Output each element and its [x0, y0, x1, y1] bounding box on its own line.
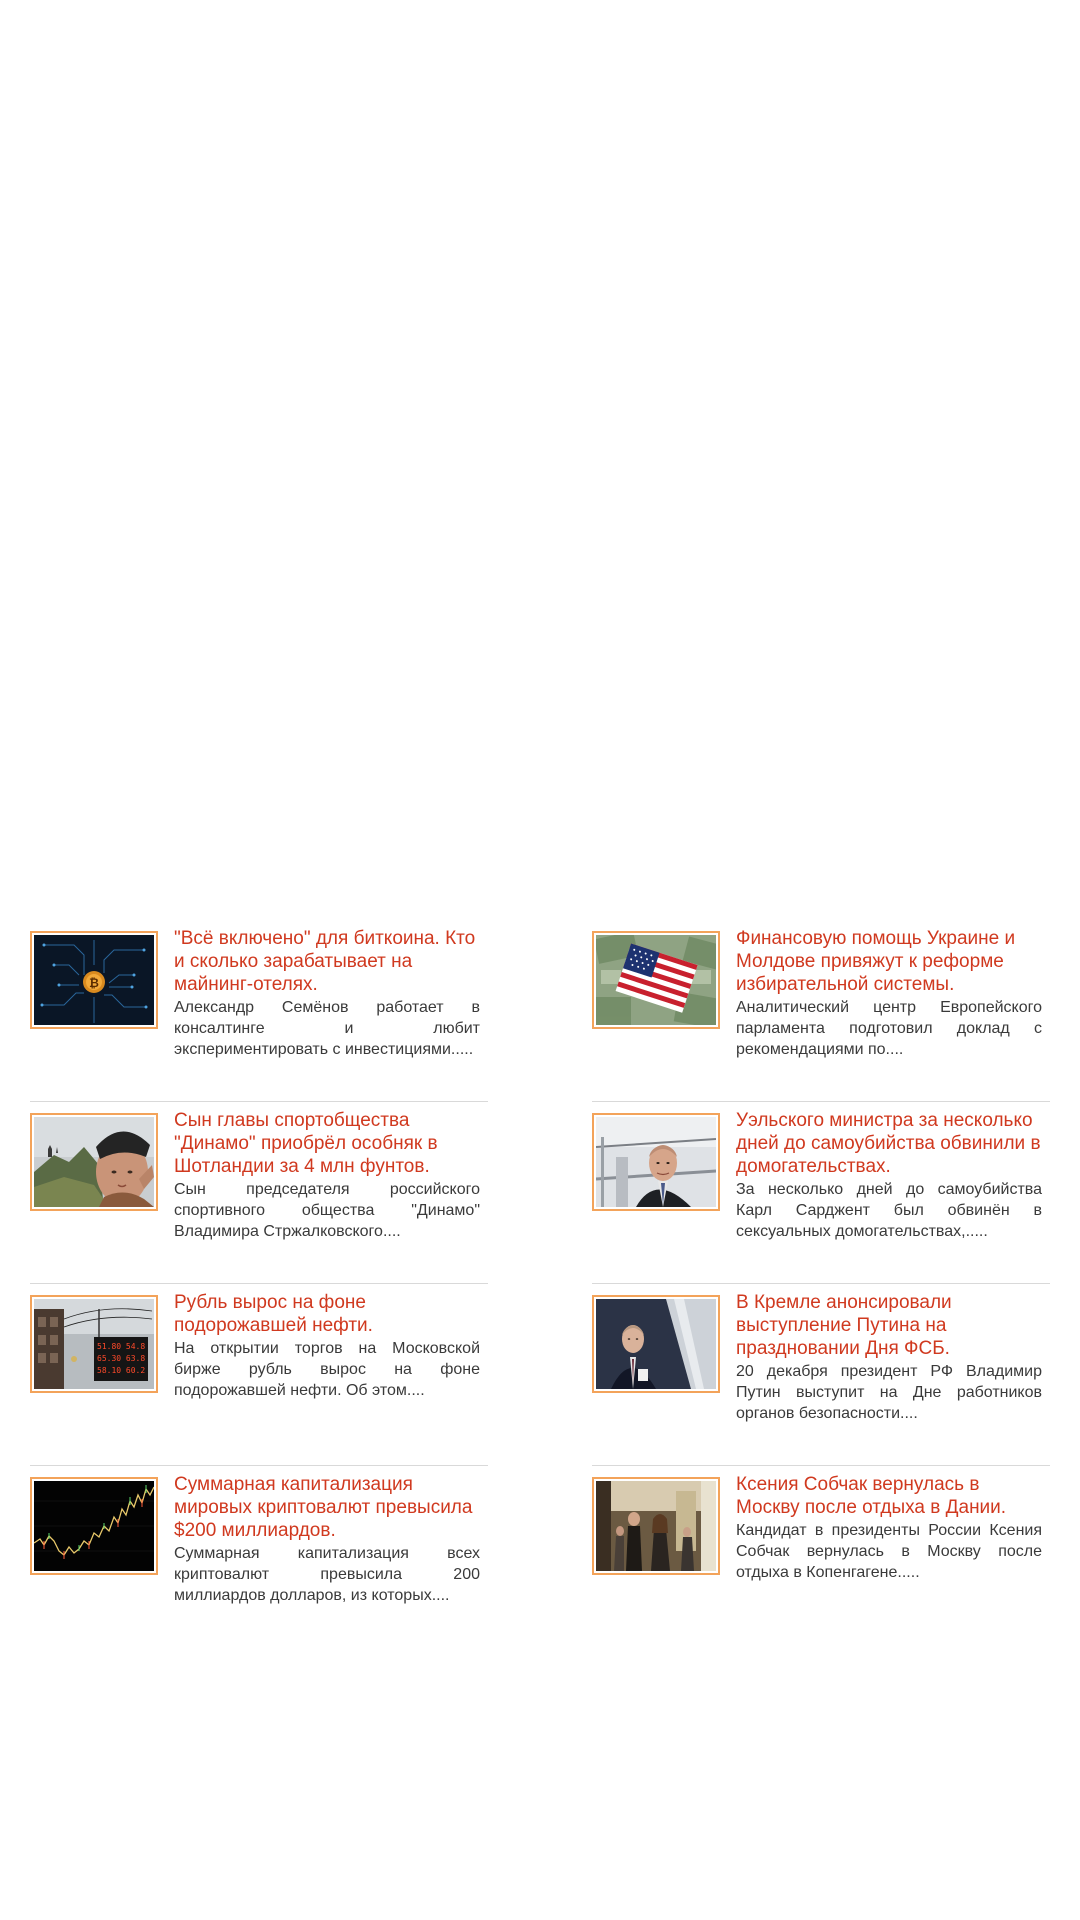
article-headline[interactable]: "Всё включено" для биткоина. Кто и сколь…	[174, 927, 484, 996]
news-card: 51.80 54.8 65.30 63.8 58.10 60.2 Рубль в…	[30, 1291, 488, 1466]
article-thumbnail-ruble[interactable]: 51.80 54.8 65.30 63.8 58.10 60.2	[30, 1295, 158, 1393]
airport-arrival-image	[596, 1481, 716, 1571]
article-thumbnail-bitcoin[interactable]: ₿	[30, 931, 158, 1029]
news-card: Финансовую помощь Украине и Молдове прив…	[592, 927, 1050, 1102]
article-text: Рубль вырос на фоне подорожавшей нефти. …	[174, 1291, 484, 1401]
article-text: Уэльского министра за несколько дней до …	[736, 1109, 1046, 1242]
article-excerpt: Сын председателя российского спортивного…	[174, 1181, 480, 1240]
article-headline[interactable]: Уэльского министра за несколько дней до …	[736, 1109, 1046, 1178]
article-headline[interactable]: В Кремле анонсировали выступление Путина…	[736, 1291, 1046, 1360]
article-headline[interactable]: Ксения Собчак вернулась в Москву после о…	[736, 1473, 1046, 1519]
article-thumbnail-welsh-minister[interactable]	[592, 1113, 720, 1211]
article-text: В Кремле анонсировали выступление Путина…	[736, 1291, 1046, 1424]
news-card: В Кремле анонсировали выступление Путина…	[592, 1291, 1050, 1466]
article-text: Сын главы спортобщества "Динамо" приобрё…	[174, 1109, 484, 1242]
svg-text:51.80 54.8: 51.80 54.8	[97, 1342, 145, 1351]
article-thumbnail-dinamo[interactable]	[30, 1113, 158, 1211]
news-card: Сын главы спортобщества "Динамо" приобрё…	[30, 1109, 488, 1284]
scottish-landscape-image	[34, 1117, 154, 1207]
article-text: Суммарная капитализация мировых криптова…	[174, 1473, 484, 1606]
article-text: Ксения Собчак вернулась в Москву после о…	[736, 1473, 1046, 1583]
article-thumbnail-kremlin[interactable]	[592, 1295, 720, 1393]
article-headline[interactable]: Сын главы спортобщества "Динамо" приобрё…	[174, 1109, 484, 1178]
article-excerpt: Суммарная капитализация всех криптовалют…	[174, 1545, 480, 1604]
bitcoin-circuit-image: ₿	[34, 935, 154, 1025]
news-card: Суммарная капитализация мировых криптова…	[30, 1473, 488, 1648]
svg-text:₿: ₿	[89, 976, 99, 990]
minister-portrait-image	[596, 1117, 716, 1207]
article-excerpt: Аналитический центр Европейского парламе…	[736, 999, 1042, 1058]
article-excerpt: За несколько дней до самоубийства Карл С…	[736, 1181, 1042, 1240]
news-card: Ксения Собчак вернулась в Москву после о…	[592, 1473, 1050, 1648]
article-excerpt: 20 декабря президент РФ Владимир Путин в…	[736, 1363, 1042, 1422]
crypto-chart-image	[34, 1481, 154, 1571]
us-flag-dollars-image	[596, 935, 716, 1025]
svg-text:58.10 60.2: 58.10 60.2	[97, 1366, 145, 1375]
svg-text:65.30 63.8: 65.30 63.8	[97, 1354, 145, 1363]
article-thumbnail-crypto-cap[interactable]	[30, 1477, 158, 1575]
news-card: ₿ "Всё включено" для биткоина. Кто и ско…	[30, 927, 488, 1102]
article-headline[interactable]: Суммарная капитализация мировых криптова…	[174, 1473, 484, 1542]
news-card: Уэльского министра за несколько дней до …	[592, 1109, 1050, 1284]
article-excerpt: На открытии торгов на Московской бирже р…	[174, 1340, 480, 1399]
article-headline[interactable]: Рубль вырос на фоне подорожавшей нефти.	[174, 1291, 484, 1337]
article-text: Финансовую помощь Украине и Молдове прив…	[736, 927, 1046, 1060]
article-headline[interactable]: Финансовую помощь Украине и Молдове прив…	[736, 927, 1046, 996]
putin-podium-image	[596, 1299, 716, 1389]
article-text: "Всё включено" для биткоина. Кто и сколь…	[174, 927, 484, 1060]
exchange-board-image: 51.80 54.8 65.30 63.8 58.10 60.2	[34, 1299, 154, 1389]
article-thumbnail-sobchak[interactable]	[592, 1477, 720, 1575]
article-thumbnail-ukraine-moldova[interactable]	[592, 931, 720, 1029]
article-excerpt: Александр Семёнов работает в консалтинге…	[174, 999, 480, 1058]
article-excerpt: Кандидат в президенты России Ксения Собч…	[736, 1522, 1042, 1581]
